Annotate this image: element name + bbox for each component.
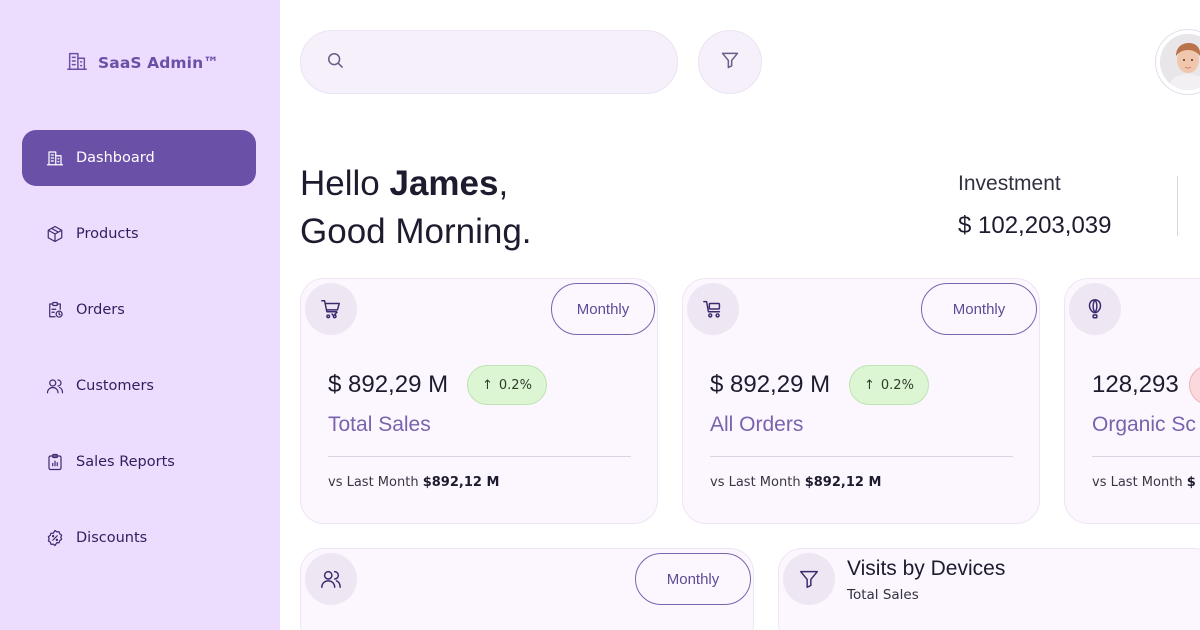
comparison-value: $892,12 M bbox=[422, 475, 500, 490]
metric-value: $ 892,29 M bbox=[328, 371, 449, 398]
metric-label: Total Sales bbox=[328, 413, 431, 436]
customers-card: Monthly bbox=[300, 548, 754, 630]
sidebar-item-dashboard[interactable]: Dashboard bbox=[22, 130, 256, 186]
comparison-text: vs Last Month $892,12 M bbox=[710, 475, 882, 490]
divider bbox=[710, 456, 1013, 457]
greeting-line-2: Good Morning. bbox=[300, 212, 532, 251]
sidebar-item-label: Sales Reports bbox=[76, 454, 175, 470]
period-select-button[interactable]: Monthly bbox=[635, 553, 751, 605]
period-select-button[interactable]: Monthly bbox=[921, 283, 1037, 335]
comparison-value: $892,12 M bbox=[804, 475, 882, 490]
arrow-up-icon: ↑ bbox=[864, 377, 875, 393]
balloon-icon bbox=[1069, 283, 1121, 335]
trolley-icon bbox=[687, 283, 739, 335]
metric-label: All Orders bbox=[710, 413, 804, 436]
change-value: 0.2% bbox=[498, 377, 532, 393]
sidebar-nav: Dashboard Products Orders Customers Sale… bbox=[22, 130, 256, 586]
clipboard-clock-icon bbox=[46, 301, 64, 319]
change-badge: ↑ 0.2% bbox=[467, 365, 547, 405]
metric-value: 128,293 bbox=[1092, 371, 1179, 398]
sidebar-item-label: Products bbox=[76, 226, 139, 242]
cart-check-icon bbox=[305, 283, 357, 335]
report-icon bbox=[46, 453, 64, 471]
total-sales-card: Monthly $ 892,29 M ↑ 0.2% Total Sales vs… bbox=[300, 278, 658, 524]
change-value: 0.2% bbox=[880, 377, 914, 393]
change-badge: ↑ 0.2% bbox=[849, 365, 929, 405]
building-icon bbox=[66, 50, 88, 76]
card-subtitle: Total Sales bbox=[847, 587, 919, 603]
sidebar-item-label: Discounts bbox=[76, 530, 148, 546]
divider bbox=[1092, 456, 1200, 457]
search-icon bbox=[325, 50, 345, 74]
user-name: James bbox=[389, 164, 499, 203]
organic-card: 128,293 Organic Sc vs Last Month $ bbox=[1064, 278, 1200, 524]
card-title: Visits by Devices bbox=[847, 557, 1006, 580]
divider bbox=[1177, 176, 1178, 236]
avatar[interactable] bbox=[1156, 30, 1200, 94]
comparison-text: vs Last Month $892,12 M bbox=[328, 475, 500, 490]
comparison-text: vs Last Month $ bbox=[1092, 475, 1196, 490]
sidebar-item-sales-reports[interactable]: Sales Reports bbox=[22, 434, 256, 490]
comparison-value: $ bbox=[1186, 475, 1196, 490]
funnel-icon bbox=[783, 553, 835, 605]
metric-label: Organic Sc bbox=[1092, 413, 1196, 436]
investment-summary: Investment $ 102,203,039 bbox=[958, 172, 1111, 240]
arrow-up-icon: ↑ bbox=[482, 377, 493, 393]
sidebar-item-label: Orders bbox=[76, 302, 125, 318]
all-orders-card: Monthly $ 892,29 M ↑ 0.2% All Orders vs … bbox=[682, 278, 1040, 524]
metric-value: $ 892,29 M bbox=[710, 371, 831, 398]
investment-label: Investment bbox=[958, 172, 1061, 195]
box-icon bbox=[46, 225, 64, 243]
sidebar-item-discounts[interactable]: Discounts bbox=[22, 510, 256, 566]
greeting: Hello James, Good Morning. bbox=[300, 160, 532, 256]
users-icon bbox=[305, 553, 357, 605]
filter-button[interactable] bbox=[698, 30, 762, 94]
sidebar-item-label: Customers bbox=[76, 378, 154, 394]
brand-name: SaaS Admin™ bbox=[98, 54, 219, 72]
visits-by-devices-card: Visits by Devices Total Sales bbox=[778, 548, 1200, 630]
users-icon bbox=[46, 377, 64, 395]
brand[interactable]: SaaS Admin™ bbox=[66, 50, 219, 76]
sidebar-item-customers[interactable]: Customers bbox=[22, 358, 256, 414]
sidebar-item-orders[interactable]: Orders bbox=[22, 282, 256, 338]
change-badge bbox=[1189, 365, 1200, 405]
sidebar-item-label: Dashboard bbox=[76, 150, 155, 166]
sidebar: SaaS Admin™ Dashboard Products Orders Cu… bbox=[0, 0, 280, 630]
search-bar[interactable] bbox=[300, 30, 678, 94]
discount-badge-icon bbox=[46, 529, 64, 547]
funnel-icon bbox=[720, 50, 740, 74]
search-input[interactable] bbox=[357, 54, 657, 70]
sidebar-item-products[interactable]: Products bbox=[22, 206, 256, 262]
period-select-button[interactable]: Monthly bbox=[551, 283, 655, 335]
greeting-line-1: Hello James, bbox=[300, 164, 509, 203]
divider bbox=[328, 456, 631, 457]
investment-value: $ 102,203,039 bbox=[958, 212, 1112, 239]
building-icon bbox=[46, 149, 64, 167]
